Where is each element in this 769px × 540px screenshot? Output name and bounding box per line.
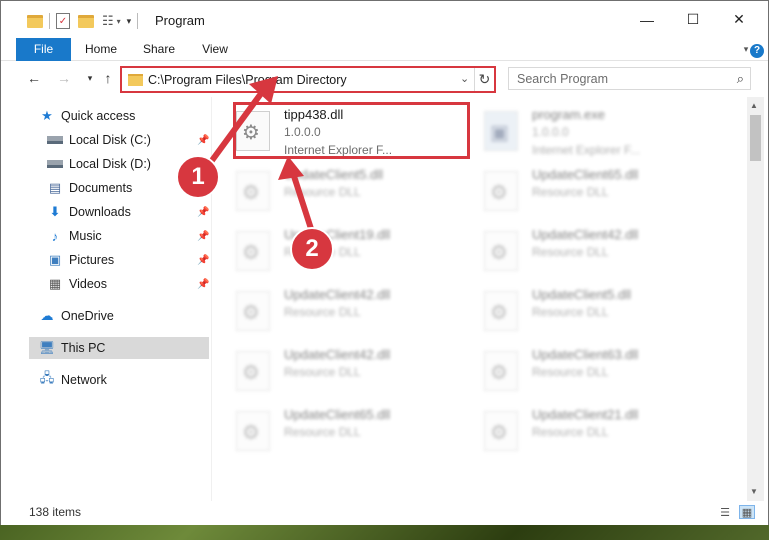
step-marker-2: 2 xyxy=(290,227,334,271)
annotation-arrows xyxy=(202,76,317,239)
arrow-2-head xyxy=(278,156,304,180)
arrow-1-line xyxy=(202,82,271,172)
step-marker-1: 1 xyxy=(176,155,220,199)
